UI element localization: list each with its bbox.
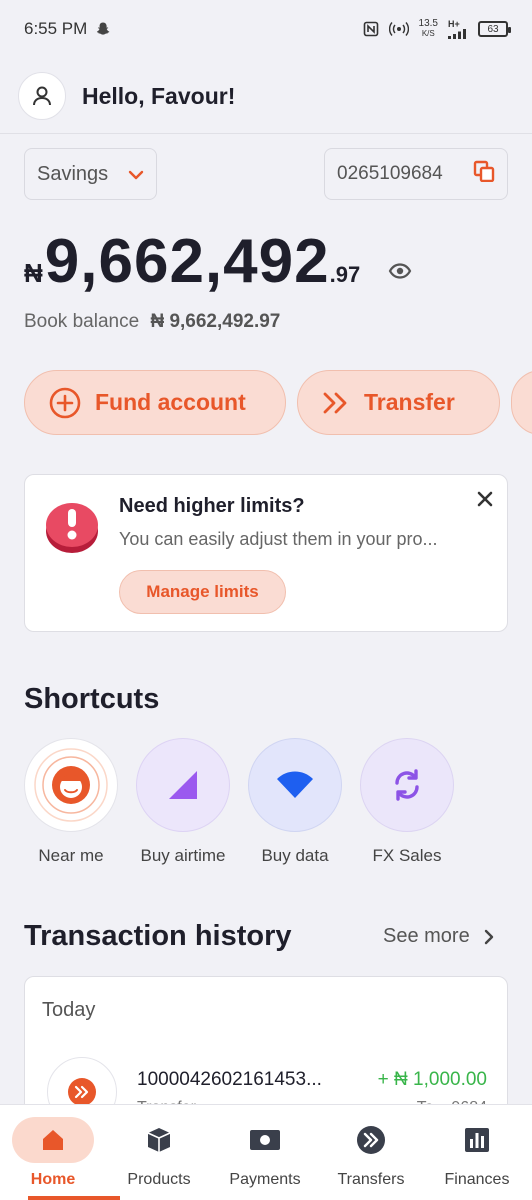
- smiley-location-icon: [34, 748, 108, 822]
- balance-decimals: .97: [329, 262, 361, 287]
- see-more-link[interactable]: See more: [383, 925, 494, 948]
- shortcut-label: FX Sales: [372, 846, 442, 865]
- network-speed-value: 13.5: [418, 18, 438, 29]
- shortcuts-title: Shortcuts: [24, 683, 160, 715]
- signal-triangle-icon: [169, 771, 197, 799]
- close-icon[interactable]: [477, 487, 493, 513]
- nav-payments[interactable]: Payments: [212, 1105, 318, 1200]
- double-chevron-right-icon: [322, 391, 350, 415]
- transfer-label: Transfer: [364, 389, 455, 415]
- user-icon: [33, 86, 51, 106]
- shortcut-buy-data-circle: [248, 738, 342, 832]
- limits-banner: Need higher limits? You can easily adjus…: [24, 474, 508, 632]
- chevron-right-icon: [484, 929, 494, 945]
- cellular-signal-icon: H+: [448, 18, 468, 39]
- bar-chart-icon: [436, 1117, 518, 1163]
- box-icon: [118, 1117, 200, 1163]
- nav-products[interactable]: Products: [106, 1105, 212, 1200]
- network-type: H+: [448, 18, 460, 29]
- book-balance-value: ₦ 9,662,492.97: [150, 311, 281, 332]
- manage-limits-button[interactable]: Manage limits: [119, 570, 286, 614]
- account-number: 0265109684: [337, 163, 443, 184]
- snapchat-notification-icon: [95, 21, 111, 37]
- app-screen: 6:55 PM 13.5 K/S H+ 63 Hello, Favour! Sa…: [0, 0, 532, 1200]
- wifi-icon: [277, 771, 313, 798]
- status-bar: 6:55 PM 13.5 K/S H+ 63: [0, 0, 532, 58]
- account-number-box[interactable]: 0265109684: [324, 148, 508, 200]
- network-speed-unit: K/S: [421, 29, 435, 38]
- home-icon: [12, 1117, 94, 1163]
- nav-label: Products: [127, 1171, 191, 1188]
- transfer-circle-icon: [330, 1117, 412, 1163]
- fund-account-button[interactable]: Fund account: [24, 370, 286, 435]
- nav-home[interactable]: Home: [0, 1105, 106, 1200]
- plus-circle-icon: [49, 387, 81, 419]
- shortcut-buy-airtime-circle: [136, 738, 230, 832]
- eye-icon[interactable]: [388, 262, 412, 285]
- network-speed: 13.5 K/S: [419, 19, 438, 39]
- account-type-dropdown[interactable]: Savings: [24, 148, 157, 200]
- nfc-icon: [363, 21, 379, 37]
- transfer-icon: [68, 1078, 96, 1106]
- bottom-navigation: Home Products Payments Transfers Finance…: [0, 1104, 532, 1200]
- book-balance: Book balance ₦ 9,662,492.97: [24, 311, 280, 333]
- balance-currency: ₦: [24, 258, 43, 288]
- shortcut-fx-sales[interactable]: FX Sales: [351, 738, 463, 866]
- shortcut-label: Buy data: [261, 846, 329, 865]
- shortcut-label: Near me: [38, 846, 104, 865]
- transaction-amount: + ₦ 1,000.00: [377, 1069, 487, 1090]
- nav-label: Finances: [444, 1171, 510, 1188]
- shortcut-near-me-circle: [24, 738, 118, 832]
- payment-card-icon: [224, 1117, 306, 1163]
- shortcut-buy-airtime[interactable]: Buy airtime: [127, 738, 239, 866]
- shortcut-fx-sales-circle: [360, 738, 454, 832]
- nav-label: Payments: [229, 1171, 301, 1188]
- see-more-label: See more: [383, 925, 470, 947]
- battery-level: 63: [487, 23, 499, 35]
- app-header: Hello, Favour!: [18, 72, 235, 120]
- chevron-down-icon: [128, 163, 144, 186]
- status-time: 6:55 PM: [24, 19, 88, 38]
- book-balance-label: Book balance: [24, 311, 140, 332]
- exchange-icon: [395, 769, 419, 801]
- limits-subtitle: You can easily adjust them in your pro..…: [119, 529, 438, 549]
- more-actions-button[interactable]: [511, 370, 532, 435]
- battery-icon: 63: [478, 21, 511, 37]
- nav-label: Home: [30, 1171, 76, 1188]
- nav-transfers[interactable]: Transfers: [318, 1105, 424, 1200]
- transaction-history-title: Transaction history: [24, 920, 292, 952]
- greeting-text: Hello, Favour!: [82, 82, 236, 109]
- status-indicators: 13.5 K/S H+ 63: [363, 18, 511, 39]
- header-divider: [0, 133, 532, 134]
- nav-finances[interactable]: Finances: [424, 1105, 530, 1200]
- copy-icon[interactable]: [473, 160, 495, 188]
- active-tab-indicator: [28, 1196, 120, 1200]
- account-balance: ₦ 9,662,492 .97: [24, 226, 360, 297]
- transfer-button[interactable]: Transfer: [297, 370, 500, 435]
- limits-title: Need higher limits?: [119, 495, 305, 517]
- shortcut-label: Buy airtime: [140, 846, 226, 865]
- fund-account-label: Fund account: [95, 389, 246, 415]
- account-type-label: Savings: [37, 162, 109, 185]
- alert-badge-icon: [41, 495, 103, 562]
- transaction-reference: 1000042602161453...: [137, 1069, 322, 1090]
- transaction-day-header: Today: [42, 999, 96, 1021]
- hotspot-icon: [388, 21, 409, 37]
- profile-avatar[interactable]: [18, 72, 66, 120]
- shortcut-buy-data[interactable]: Buy data: [239, 738, 351, 866]
- balance-main: 9,662,492: [44, 227, 330, 296]
- shortcut-near-me[interactable]: Near me: [15, 738, 127, 866]
- nav-label: Transfers: [337, 1171, 405, 1188]
